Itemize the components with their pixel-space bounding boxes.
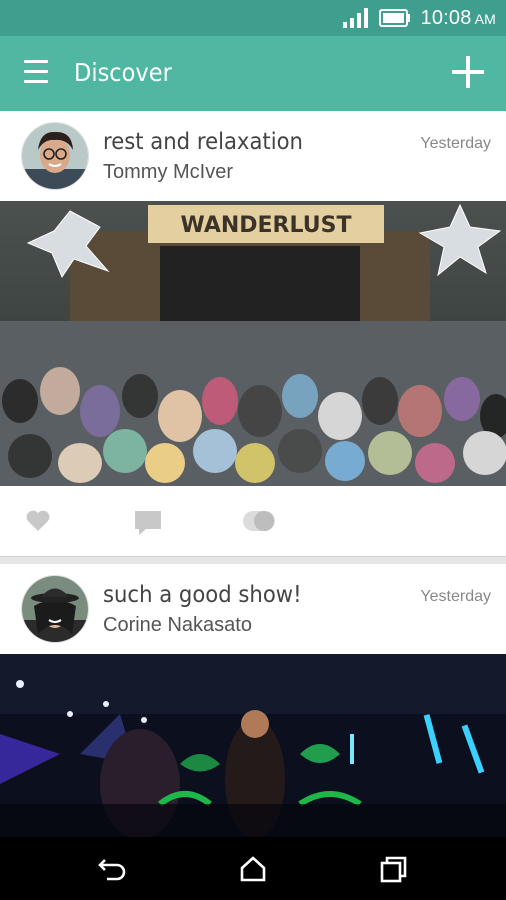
app-bar: Discover [0, 36, 506, 111]
post-card: rest and relaxation Tommy McIver Yesterd… [0, 111, 506, 556]
banner-text: WANDERLUST [181, 213, 352, 238]
toggle-icon[interactable] [242, 510, 276, 532]
post-title[interactable]: rest and relaxation [103, 129, 303, 155]
clock-ampm: AM [474, 10, 496, 27]
post-actions [0, 486, 506, 558]
post-photo[interactable]: WANDERLUST [0, 201, 506, 486]
heart-icon[interactable] [26, 510, 50, 532]
post-card: such a good show! Corine Nakasato Yester… [0, 564, 506, 837]
post-timestamp: Yesterday [420, 135, 491, 152]
clock: 10:08 AM [421, 7, 496, 30]
back-icon[interactable] [95, 851, 131, 887]
signal-icon [342, 8, 368, 28]
home-icon[interactable] [235, 851, 271, 887]
post-author[interactable]: Corine Nakasato [103, 614, 252, 637]
clock-time: 10:08 [420, 6, 472, 29]
avatar[interactable] [22, 123, 88, 189]
recents-icon[interactable] [376, 851, 412, 887]
comment-icon[interactable] [134, 510, 162, 536]
navigation-bar [0, 837, 506, 900]
battery-icon [378, 9, 410, 27]
add-icon[interactable] [452, 56, 484, 88]
menu-icon[interactable] [24, 60, 48, 86]
post-title[interactable]: such a good show! [103, 582, 302, 608]
post-photo[interactable] [0, 654, 506, 837]
status-bar: 10:08 AM [0, 0, 506, 36]
avatar[interactable] [22, 576, 88, 642]
post-timestamp: Yesterday [420, 588, 491, 605]
post-author[interactable]: Tommy McIver [103, 161, 233, 184]
page-title: Discover [74, 58, 172, 87]
